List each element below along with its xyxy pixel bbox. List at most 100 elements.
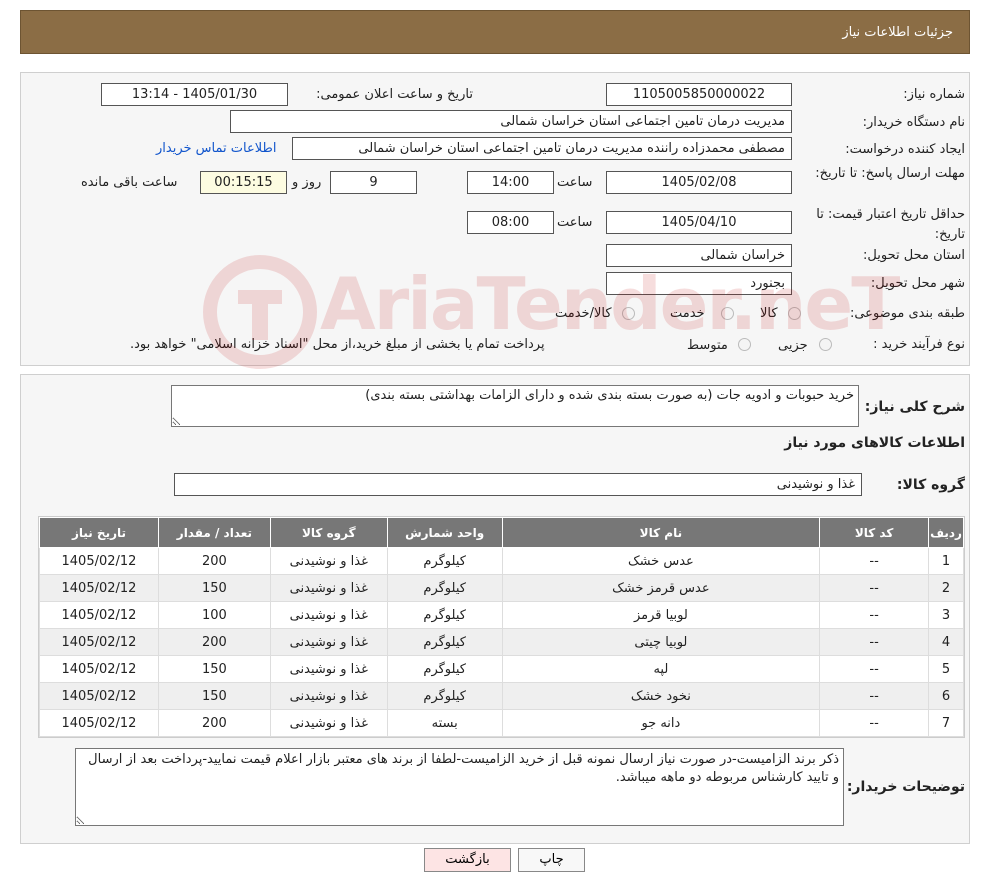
col-need-date: تاریخ نیاز <box>39 517 159 548</box>
cell-need-date: 1405/02/12 <box>39 628 159 656</box>
cell-quantity: 150 <box>157 682 271 710</box>
page-header: جزئیات اطلاعات نیاز <box>20 10 970 54</box>
cell-row: 1 <box>928 547 964 575</box>
deadline-date-field[interactable]: 1405/02/08 <box>606 171 792 194</box>
table-header-row: ردیف کد کالا نام کالا واحد شمارش گروه کا… <box>39 517 964 548</box>
need-number-label: شماره نیاز: <box>903 87 965 102</box>
cell-unit: کیلوگرم <box>386 547 503 575</box>
buyer-label: نام دستگاه خریدار: <box>862 115 965 130</box>
validity-time-field[interactable]: 08:00 <box>467 211 554 234</box>
cell-need-date: 1405/02/12 <box>39 709 159 737</box>
cell-code: -- <box>819 574 930 602</box>
cell-row: 7 <box>928 709 964 737</box>
cell-need-date: 1405/02/12 <box>39 574 159 602</box>
cell-quantity: 200 <box>157 628 271 656</box>
cell-row: 5 <box>928 655 964 683</box>
buyer-notes-textarea[interactable]: ذکر برند الزامیست-در صورت نیاز ارسال نمو… <box>75 748 844 826</box>
cell-need-date: 1405/02/12 <box>39 601 159 629</box>
cell-quantity: 200 <box>157 709 271 737</box>
deadline-label: مهلت ارسال پاسخ: تا تاریخ: <box>815 166 965 181</box>
cell-code: -- <box>819 709 930 737</box>
col-unit: واحد شمارش <box>386 517 503 548</box>
cell-name: لپه <box>501 655 821 683</box>
cell-code: -- <box>819 628 930 656</box>
cell-code: -- <box>819 601 930 629</box>
cell-group: غذا و نوشیدنی <box>269 628 388 656</box>
cell-name: عدس قرمز خشک <box>501 574 821 602</box>
buyer-notes-label: توضیحات خریدار: <box>846 779 965 795</box>
cell-group: غذا و نوشیدنی <box>269 682 388 710</box>
cell-name: عدس خشک <box>501 547 821 575</box>
col-row: ردیف <box>928 517 964 548</box>
cell-unit: کیلوگرم <box>386 628 503 656</box>
deadline-time-field[interactable]: 14:00 <box>467 171 554 194</box>
items-table-wrapper: ردیف کد کالا نام کالا واحد شمارش گروه کا… <box>38 516 965 738</box>
items-table: ردیف کد کالا نام کالا واحد شمارش گروه کا… <box>39 517 964 737</box>
cell-unit: کیلوگرم <box>386 682 503 710</box>
creator-field[interactable]: مصطفی محمدزاده راننده مدیریت درمان تامین… <box>292 137 792 160</box>
buyer-contact-link[interactable]: اطلاعات تماس خریدار <box>156 141 276 156</box>
deadline-time-label: ساعت <box>557 175 593 190</box>
page-title: جزئیات اطلاعات نیاز <box>842 25 953 40</box>
cell-quantity: 200 <box>157 547 271 575</box>
cell-need-date: 1405/02/12 <box>39 682 159 710</box>
description-textarea[interactable]: خرید حبوبات و ادویه جات (به صورت بسته بن… <box>171 385 859 427</box>
table-row[interactable]: 5 -- لپه کیلوگرم غذا و نوشیدنی 150 1405/… <box>39 655 964 683</box>
cell-quantity: 100 <box>157 601 271 629</box>
col-group: گروه کالا <box>269 517 388 548</box>
cell-row: 3 <box>928 601 964 629</box>
cell-code: -- <box>819 655 930 683</box>
watermark-text: AriaTender.neT <box>320 262 900 346</box>
cell-group: غذا و نوشیدنی <box>269 547 388 575</box>
buyer-field[interactable]: مدیریت درمان تامین اجتماعی استان خراسان … <box>230 110 792 133</box>
cell-name: نخود خشک <box>501 682 821 710</box>
cell-quantity: 150 <box>157 655 271 683</box>
cell-name: لوبیا قرمز <box>501 601 821 629</box>
table-row[interactable]: 7 -- دانه جو بسته غذا و نوشیدنی 200 1405… <box>39 709 964 737</box>
table-row[interactable]: 3 -- لوبیا قرمز کیلوگرم غذا و نوشیدنی 10… <box>39 601 964 629</box>
cell-name: لوبیا چیتی <box>501 628 821 656</box>
col-quantity: تعداد / مقدار <box>157 517 271 548</box>
cell-group: غذا و نوشیدنی <box>269 655 388 683</box>
cell-group: غذا و نوشیدنی <box>269 574 388 602</box>
table-row[interactable]: 1 -- عدس خشک کیلوگرم غذا و نوشیدنی 200 1… <box>39 547 964 575</box>
cell-row: 6 <box>928 682 964 710</box>
table-row[interactable]: 2 -- عدس قرمز خشک کیلوگرم غذا و نوشیدنی … <box>39 574 964 602</box>
cell-need-date: 1405/02/12 <box>39 547 159 575</box>
cell-row: 4 <box>928 628 964 656</box>
days-field[interactable]: 9 <box>330 171 417 194</box>
days-label: روز و <box>292 175 322 190</box>
cell-unit: کیلوگرم <box>386 655 503 683</box>
items-table-body: 1 -- عدس خشک کیلوگرم غذا و نوشیدنی 200 1… <box>39 547 964 737</box>
announce-label: تاریخ و ساعت اعلان عمومی: <box>316 87 473 102</box>
cell-code: -- <box>819 682 930 710</box>
province-label: استان محل تحویل: <box>863 248 965 263</box>
cell-unit: کیلوگرم <box>386 601 503 629</box>
back-button[interactable]: بازگشت <box>424 848 511 872</box>
goods-section-title: اطلاعات کالاهای مورد نیاز <box>784 435 965 451</box>
cell-quantity: 150 <box>157 574 271 602</box>
cell-row: 2 <box>928 574 964 602</box>
need-number-field[interactable]: 1105005850000022 <box>606 83 792 106</box>
cell-need-date: 1405/02/12 <box>39 655 159 683</box>
validity-date-field[interactable]: 1405/04/10 <box>606 211 792 234</box>
announce-field[interactable]: 1405/01/30 - 13:14 <box>101 83 288 106</box>
col-code: کد کالا <box>819 517 930 548</box>
col-name: نام کالا <box>501 517 821 548</box>
description-label: شرح کلی نیاز: <box>864 399 965 415</box>
goods-group-label: گروه کالا: <box>896 477 965 493</box>
goods-group-field[interactable]: غذا و نوشیدنی <box>174 473 862 496</box>
cell-name: دانه جو <box>501 709 821 737</box>
remaining-label: ساعت باقی مانده <box>81 175 178 190</box>
remaining-time-field: 00:15:15 <box>200 171 287 194</box>
validity-time-label: ساعت <box>557 215 593 230</box>
creator-label: ایجاد کننده درخواست: <box>845 142 965 157</box>
table-row[interactable]: 4 -- لوبیا چیتی کیلوگرم غذا و نوشیدنی 20… <box>39 628 964 656</box>
cell-group: غذا و نوشیدنی <box>269 709 388 737</box>
validity-label: حداقل تاریخ اعتبار قیمت: تا تاریخ: <box>816 207 965 242</box>
cell-unit: بسته <box>386 709 503 737</box>
cell-code: -- <box>819 547 930 575</box>
table-row[interactable]: 6 -- نخود خشک کیلوگرم غذا و نوشیدنی 150 … <box>39 682 964 710</box>
print-button[interactable]: چاپ <box>518 848 585 872</box>
cell-group: غذا و نوشیدنی <box>269 601 388 629</box>
